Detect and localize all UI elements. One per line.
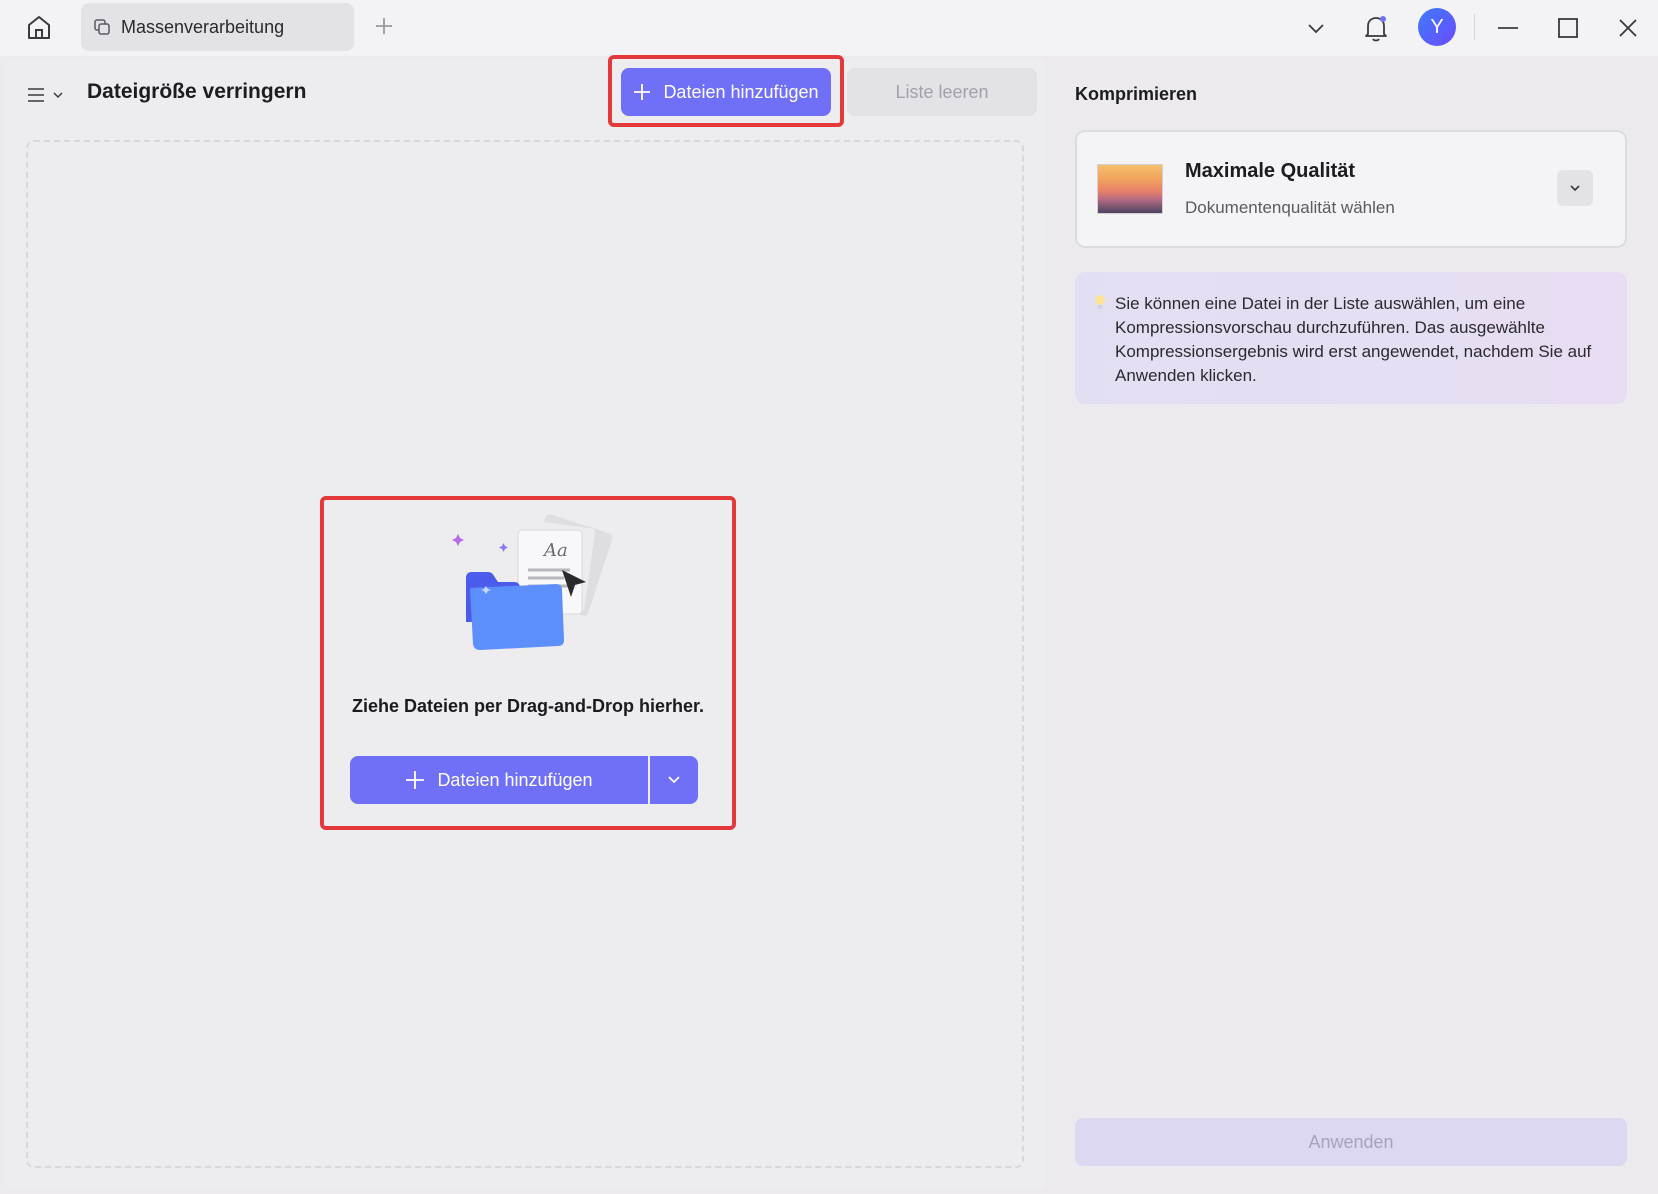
notifications-button[interactable] (1358, 10, 1394, 46)
add-files-options-button[interactable] (650, 756, 698, 804)
apply-label: Anwenden (1308, 1131, 1394, 1152)
user-avatar[interactable]: Y (1418, 8, 1456, 46)
info-box: Sie können eine Datei in der Liste auswä… (1075, 272, 1627, 404)
maximize-button[interactable] (1550, 10, 1586, 46)
compress-panel: Komprimieren Maximale Qualität Dokumente… (1052, 58, 1652, 1190)
quality-selector[interactable]: Maximale Qualität Dokumentenqualität wäh… (1075, 130, 1627, 248)
tabs-dropdown-button[interactable] (1298, 10, 1334, 46)
file-list-panel: Dateigröße verringern Dateien hinzufügen… (4, 55, 1046, 1190)
minimize-button[interactable] (1490, 10, 1526, 46)
tab-copy-icon (94, 19, 110, 35)
drop-instruction: Ziehe Dateien per Drag-and-Drop hierher. (351, 696, 705, 716)
chevron-down-icon (1308, 24, 1324, 34)
home-button[interactable] (22, 10, 56, 44)
hamburger-icon (28, 88, 44, 102)
menu-button[interactable] (26, 82, 72, 108)
lightbulb-icon (1095, 295, 1105, 309)
chevron-down-icon (668, 776, 680, 784)
home-icon (28, 16, 50, 39)
quality-dropdown-button[interactable] (1557, 170, 1593, 206)
titlebar-divider (1474, 14, 1475, 40)
close-button[interactable] (1610, 10, 1646, 46)
quality-thumbnail (1097, 164, 1163, 214)
section-title: Komprimieren (1075, 84, 1198, 104)
maximize-icon (1558, 18, 1578, 38)
tab-label: Massenverarbeitung (121, 16, 285, 37)
add-files-button-main[interactable]: Dateien hinzufügen (350, 756, 648, 804)
plus-icon (376, 18, 392, 34)
quality-subtitle: Dokumentenqualität wählen (1185, 198, 1395, 217)
quality-title: Maximale Qualität (1185, 160, 1356, 182)
minimize-icon (1498, 27, 1518, 29)
info-text: Sie können eine Datei in der Liste auswä… (1115, 294, 1592, 385)
add-files-button[interactable]: Dateien hinzufügen (621, 68, 831, 116)
clear-list-label: Liste leeren (895, 81, 989, 102)
page-title: Dateigröße verringern (87, 80, 307, 103)
chevron-down-icon (53, 92, 63, 99)
clear-list-button[interactable]: Liste leeren (847, 68, 1037, 116)
plus-icon (406, 771, 425, 789)
close-icon (1619, 19, 1637, 37)
folder-documents-illustration: Aa (452, 514, 613, 650)
tab-massenverarbeitung[interactable]: Massenverarbeitung (81, 3, 354, 51)
add-files-label: Dateien hinzufügen (663, 81, 819, 102)
chevron-down-icon (1570, 185, 1580, 192)
svg-text:Aa: Aa (542, 540, 568, 561)
add-files-label: Dateien hinzufügen (437, 769, 593, 790)
plus-icon (634, 84, 651, 100)
apply-button[interactable]: Anwenden (1075, 1118, 1627, 1166)
new-tab-button[interactable] (372, 14, 396, 38)
bell-icon (1365, 16, 1387, 42)
title-bar: Massenverarbeitung Y (0, 0, 1658, 56)
